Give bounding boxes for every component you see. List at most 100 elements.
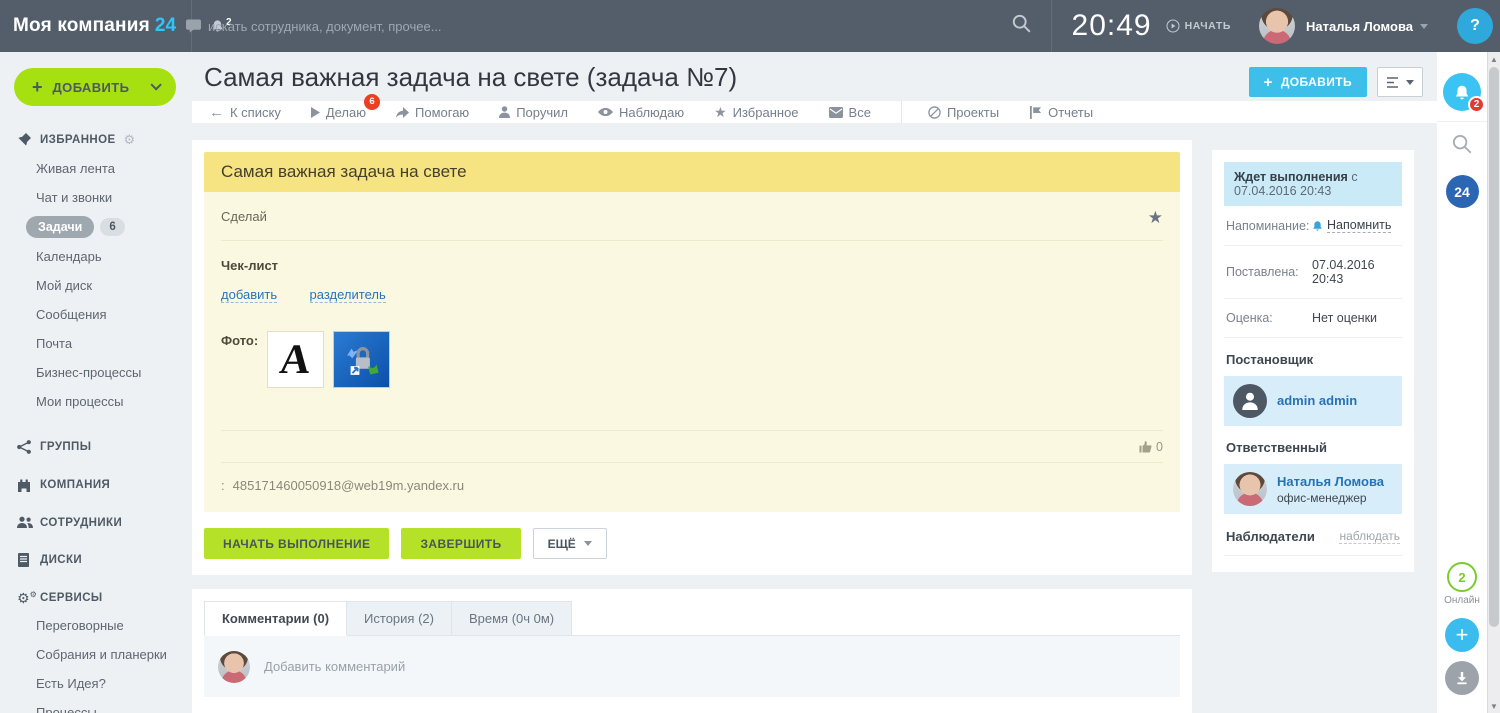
search-input[interactable] xyxy=(208,19,1012,34)
sidebar-section-drives[interactable]: ДИСКИ xyxy=(17,553,192,567)
tab-reports[interactable]: Отчеты xyxy=(1029,105,1093,120)
sidebar-item-live-feed[interactable]: Живая лента xyxy=(0,154,192,183)
user-menu[interactable]: Наталья Ломова xyxy=(1251,0,1450,52)
mail-icon xyxy=(829,107,843,118)
creator-section-label: Постановщик xyxy=(1224,338,1402,376)
responsible-role: офис-менеджер xyxy=(1277,491,1384,505)
list-settings-button[interactable] xyxy=(1377,67,1423,97)
scrollbar-thumb[interactable] xyxy=(1489,67,1499,627)
people-icon xyxy=(17,516,34,529)
tab-watching[interactable]: Наблюдаю xyxy=(598,105,684,120)
photo-field-label: Фото: xyxy=(221,331,267,388)
sidebar-item-mail[interactable]: Почта xyxy=(0,329,192,358)
tab-helping[interactable]: Помогаю xyxy=(396,105,469,120)
start-workday-button[interactable]: НАЧАТЬ xyxy=(1166,19,1231,33)
sidebar-favorites-label[interactable]: ИЗБРАННОЕ xyxy=(40,134,116,146)
responsible-name[interactable]: Наталья Ломова xyxy=(1277,474,1384,489)
creator-name[interactable]: admin admin xyxy=(1277,393,1357,408)
help-button[interactable]: ? xyxy=(1457,8,1493,44)
scroll-down-arrow[interactable]: ▼ xyxy=(1488,699,1500,713)
rail-add-button[interactable]: + xyxy=(1445,618,1479,652)
tab-back-to-list[interactable]: ← К списку xyxy=(209,104,281,121)
global-search xyxy=(192,0,1051,52)
rating-value: Нет оценки xyxy=(1312,311,1377,325)
photo-thumbnail-lock[interactable] xyxy=(333,331,390,388)
scroll-up-arrow[interactable]: ▲ xyxy=(1488,52,1500,66)
tab-time[interactable]: Время (0ч 0м) xyxy=(451,601,572,636)
tab-all[interactable]: Все xyxy=(829,105,871,120)
task-photo-field: Фото: A xyxy=(221,331,1163,388)
add-task-button[interactable]: + ДОБАВИТЬ xyxy=(1249,67,1367,97)
sidebar-item-idea[interactable]: Есть Идея? xyxy=(0,669,192,698)
sidebar-section-groups[interactable]: ГРУППЫ xyxy=(17,440,192,454)
set-reminder-link[interactable]: Напомнить xyxy=(1327,218,1391,233)
tab-doing[interactable]: Делаю 6 xyxy=(311,105,366,120)
start-task-button[interactable]: НАЧАТЬ ВЫПОЛНЕНИЕ xyxy=(204,528,389,559)
sidebar-item-business-processes[interactable]: Бизнес-процессы xyxy=(0,358,192,387)
add-comment-box[interactable]: Добавить комментарий xyxy=(204,635,1180,697)
tab-history[interactable]: История (2) xyxy=(346,601,452,636)
finish-task-button[interactable]: ЗАВЕРШИТЬ xyxy=(401,528,520,559)
checklist-label: Чек-лист xyxy=(221,241,1163,273)
sidebar-item-my-processes[interactable]: Мои процессы xyxy=(0,387,192,416)
task-description: Сделай xyxy=(221,209,1148,224)
responsible-row[interactable]: Наталья Ломова офис-менеджер xyxy=(1224,464,1402,514)
sidebar-item-meetings[interactable]: Собрания и планерки xyxy=(0,640,192,669)
task-email: 485171460050918@web19m.yandex.ru xyxy=(233,478,465,493)
task-status-bar: Ждет выполнения с 07.04.2016 20:43 xyxy=(1224,162,1402,206)
checklist-add-link[interactable]: добавить xyxy=(221,287,277,303)
sidebar-section-employees[interactable]: СОТРУДНИКИ xyxy=(17,516,192,529)
task-title: Самая важная задача на свете xyxy=(204,152,1180,192)
sidebar-item-calendar[interactable]: Календарь xyxy=(0,242,192,271)
sidebar-item-my-drive[interactable]: Мой диск xyxy=(0,271,192,300)
sidebar-add-button[interactable]: + ДОБАВИТЬ xyxy=(14,68,176,106)
creator-row[interactable]: admin admin xyxy=(1224,376,1402,426)
start-workday-label: НАЧАТЬ xyxy=(1185,20,1231,32)
gear-icon[interactable]: ⚙ xyxy=(124,132,136,148)
online-counter[interactable]: 2 xyxy=(1447,562,1477,592)
like-count: 0 xyxy=(1156,440,1163,454)
task-filter-tabs: ← К списку Делаю 6 Помогаю xyxy=(192,101,1437,123)
play-icon xyxy=(311,107,320,118)
rail-notifications-button[interactable]: 2 xyxy=(1443,73,1481,111)
more-actions-button[interactable]: ЕЩЁ xyxy=(533,528,607,559)
rail-search-icon[interactable] xyxy=(1452,134,1472,159)
favorite-star-icon[interactable]: ★ xyxy=(1148,209,1163,226)
sidebar-item-processes[interactable]: Процессы xyxy=(0,698,192,713)
reminder-bell-icon xyxy=(1312,220,1323,232)
checklist-divider-link[interactable]: разделитель xyxy=(310,287,386,303)
thumb-up-icon[interactable] xyxy=(1139,440,1152,453)
sidebar-section-company[interactable]: КОМПАНИЯ xyxy=(17,478,192,492)
sidebar-item-chat[interactable]: Чат и звонки xyxy=(0,183,192,212)
add-comment-placeholder: Добавить комментарий xyxy=(264,659,405,674)
watch-link[interactable]: наблюдать xyxy=(1339,529,1400,544)
task-details-panel: Ждет выполнения с 07.04.2016 20:43 Напом… xyxy=(1212,150,1414,572)
responsible-avatar xyxy=(1233,472,1267,506)
add-task-label: ДОБАВИТЬ xyxy=(1281,75,1352,89)
tab-delegated[interactable]: Поручил xyxy=(499,105,568,120)
search-icon[interactable] xyxy=(1012,14,1031,38)
sidebar-item-meeting-rooms[interactable]: Переговорные xyxy=(0,611,192,640)
comments-card: Комментарии (0) История (2) Время (0ч 0м… xyxy=(192,589,1192,713)
logo[interactable]: Моя компания 24 2 xyxy=(0,0,192,52)
watchers-label: Наблюдатели xyxy=(1226,529,1315,544)
page-header: Самая важная задача на свете (задача №7)… xyxy=(192,52,1437,97)
tab-projects[interactable]: Проекты xyxy=(928,105,999,120)
page-scrollbar[interactable]: ▲ ▼ xyxy=(1487,52,1500,713)
created-label: Поставлена: xyxy=(1226,265,1312,279)
comments-tabs: Комментарии (0) История (2) Время (0ч 0м… xyxy=(204,601,1180,636)
share-icon xyxy=(17,440,34,454)
task-card: Самая важная задача на свете Сделай ★ Че… xyxy=(192,140,1192,575)
task-action-buttons: НАЧАТЬ ВЫПОЛНЕНИЕ ЗАВЕРШИТЬ ЕЩЁ xyxy=(204,512,1180,563)
sidebar-item-tasks[interactable]: Задачи 6 xyxy=(0,212,192,242)
tab-favorites[interactable]: ★ Избранное xyxy=(714,104,798,121)
help-zone: ? xyxy=(1450,0,1500,52)
creator-avatar xyxy=(1233,384,1267,418)
sidebar-section-services[interactable]: ⚙⚙ СЕРВИСЫ xyxy=(17,591,192,605)
topbar: Моя компания 24 2 20:49 НАЧАТЬ xyxy=(0,0,1500,52)
sidebar-item-messages[interactable]: Сообщения xyxy=(0,300,192,329)
rail-download-button[interactable] xyxy=(1445,661,1479,695)
tab-comments[interactable]: Комментарии (0) xyxy=(204,601,347,636)
bitrix24-badge[interactable]: 24 xyxy=(1446,175,1479,208)
photo-thumbnail-letter[interactable]: A xyxy=(267,331,324,388)
